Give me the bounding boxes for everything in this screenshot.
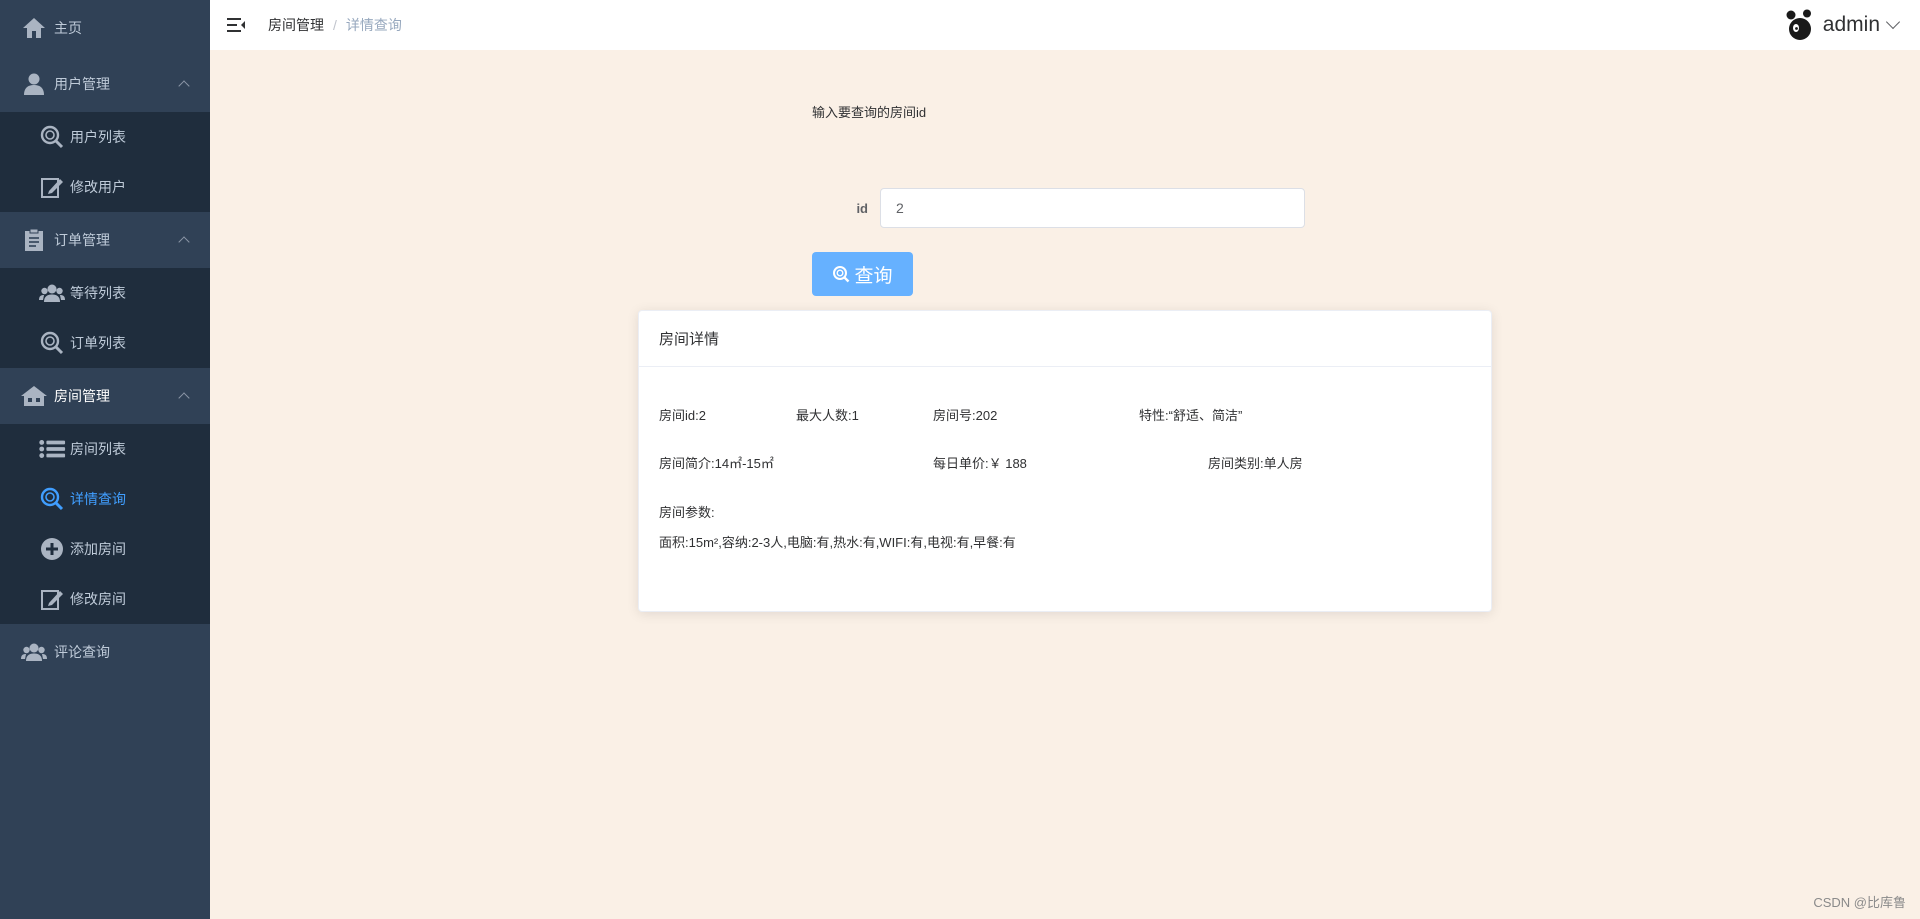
submenu-orders: 等待列表 订单列表 — [0, 268, 210, 368]
query-prompt: 输入要查询的房间id — [812, 105, 927, 120]
list-icon — [38, 435, 66, 463]
field-daily-price: 每日单价:￥ 188 — [933, 456, 1027, 471]
id-label: id — [856, 200, 868, 216]
breadcrumb: 房间管理 / 详情查询 — [268, 15, 402, 35]
room-detail-card: 房间详情 房间id:2 最大人数:1 房间号:202 特性:“舒适、简洁” 房间… — [638, 310, 1492, 612]
submenu-users: 用户列表 修改用户 — [0, 112, 210, 212]
user-dropdown[interactable]: admin — [1783, 0, 1901, 50]
username: admin — [1822, 13, 1880, 36]
top-header: 房间管理 / 详情查询 admin — [210, 0, 1920, 50]
field-room-id: 房间id:2 — [659, 408, 706, 423]
submenu-rooms: 房间列表 详情查询 添加房间 修改房间 — [0, 424, 210, 624]
field-room-type: 房间类别:单人房 — [1208, 456, 1303, 471]
sub-item-add-room[interactable]: 添加房间 — [0, 524, 210, 574]
card-title: 房间详情 — [639, 311, 1491, 367]
id-form-row: id — [812, 188, 1332, 228]
id-input[interactable] — [880, 188, 1305, 228]
field-room-number: 房间号:202 — [933, 408, 998, 423]
field-params-label: 房间参数: — [659, 505, 715, 520]
breadcrumb-separator: / — [333, 17, 337, 33]
menu-label-order-management: 订单管理 — [54, 232, 110, 248]
menu-item-room-management[interactable]: 房间管理 — [0, 368, 210, 424]
sub-item-user-list[interactable]: 用户列表 — [0, 112, 210, 162]
search-icon — [38, 123, 66, 151]
field-intro: 房间简介:14㎡-15㎡ — [659, 456, 774, 471]
query-button-label: 查询 — [854, 265, 893, 287]
sub-label-room-list: 房间列表 — [70, 441, 126, 457]
sub-item-detail-query[interactable]: 详情查询 — [0, 474, 210, 524]
house-icon — [20, 382, 48, 410]
edit-icon — [38, 585, 66, 613]
sub-label-user-list: 用户列表 — [70, 129, 126, 145]
sub-label-detail-query: 详情查询 — [70, 491, 126, 507]
sidebar: 主页 用户管理 用户列表 修改用户 订单管理 等待列表 订单列表 房间管理 房间… — [0, 0, 210, 919]
field-features: 特性:“舒适、简洁” — [1139, 408, 1243, 423]
home-icon — [20, 14, 48, 42]
sub-label-edit-user: 修改用户 — [70, 179, 126, 195]
menu-item-order-management[interactable]: 订单管理 — [0, 212, 210, 268]
sub-label-add-room: 添加房间 — [70, 541, 126, 557]
main-content: 输入要查询的房间id id 查询 房间详情 房间id:2 最大人数:1 房间号:… — [210, 50, 1920, 919]
breadcrumb-item-room-management[interactable]: 房间管理 — [268, 15, 324, 35]
sub-item-edit-user[interactable]: 修改用户 — [0, 162, 210, 212]
menu-label-user-management: 用户管理 — [54, 76, 110, 92]
hamburger-icon[interactable] — [226, 15, 246, 35]
search-icon — [832, 265, 850, 283]
menu-label-comment-query: 评论查询 — [54, 644, 110, 660]
sub-item-room-list[interactable]: 房间列表 — [0, 424, 210, 474]
group-icon — [20, 638, 48, 666]
field-max-people: 最大人数:1 — [796, 408, 859, 423]
field-params-value: 面积:15m²,容纳:2-3人,电脑:有,热水:有,WIFI:有,电视:有,早餐… — [659, 535, 1016, 550]
menu-label-room-management: 房间管理 — [54, 388, 110, 404]
query-form: 输入要查询的房间id id 查询 — [812, 102, 1372, 296]
clipboard-icon — [20, 226, 48, 254]
avatar-icon — [1783, 9, 1815, 41]
sub-item-order-list[interactable]: 订单列表 — [0, 318, 210, 368]
sub-item-edit-room[interactable]: 修改房间 — [0, 574, 210, 624]
search-icon — [38, 329, 66, 357]
query-button[interactable]: 查询 — [812, 252, 913, 296]
sub-label-edit-room: 修改房间 — [70, 591, 126, 607]
menu-item-comment-query[interactable]: 评论查询 — [0, 624, 210, 680]
chevron-up-icon — [178, 236, 190, 248]
watermark: CSDN @比库鲁 — [1813, 895, 1906, 910]
add-circle-icon — [38, 535, 66, 563]
menu-item-home[interactable]: 主页 — [0, 0, 210, 56]
menu-item-user-management[interactable]: 用户管理 — [0, 56, 210, 112]
chevron-down-icon — [1885, 14, 1901, 30]
group-icon — [38, 279, 66, 307]
chevron-up-icon — [178, 80, 190, 92]
sub-label-waiting-list: 等待列表 — [70, 285, 126, 301]
breadcrumb-item-current: 详情查询 — [345, 17, 402, 33]
menu-label-home: 主页 — [54, 20, 82, 36]
sub-item-waiting-list[interactable]: 等待列表 — [0, 268, 210, 318]
sub-label-order-list: 订单列表 — [70, 335, 126, 351]
user-icon — [20, 70, 48, 98]
search-icon — [38, 485, 66, 513]
chevron-up-icon — [178, 392, 190, 404]
edit-icon — [38, 173, 66, 201]
